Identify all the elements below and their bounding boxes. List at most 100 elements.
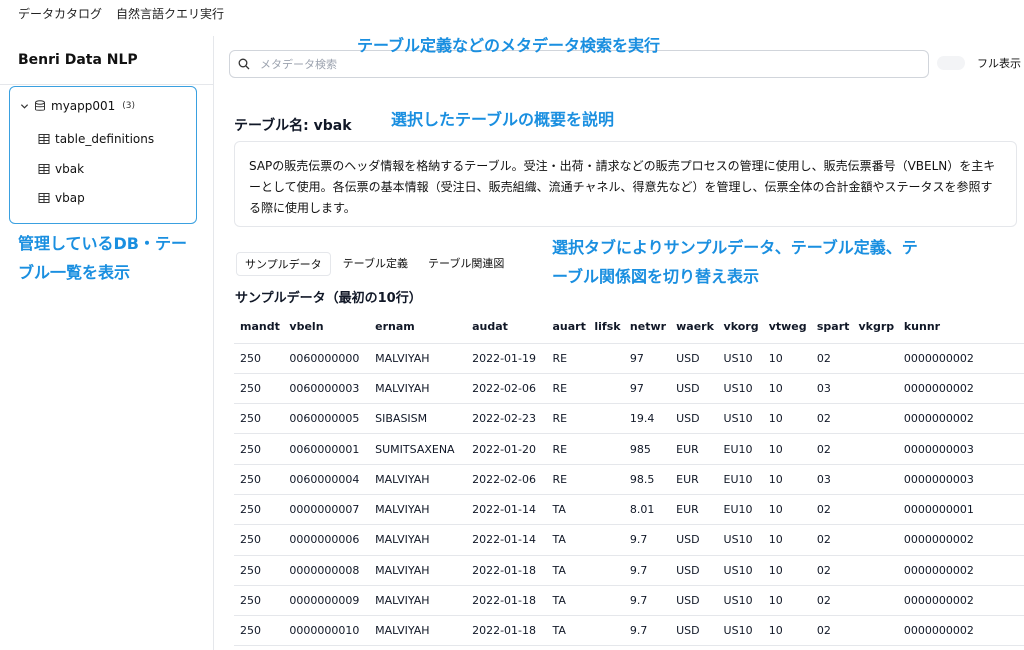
- search-input[interactable]: [258, 56, 898, 72]
- table-cell-vbeln: 0000000010: [283, 615, 370, 647]
- tree-table-table-definitions[interactable]: table_definitions: [38, 132, 154, 146]
- sample-data-title: サンプルデータ（最初の10行）: [235, 291, 422, 306]
- table-cell-netwr: 97: [623, 343, 671, 374]
- table-cell-vkgrp: [852, 494, 898, 526]
- table-cell-lifsk: [588, 524, 624, 556]
- tree-db-myapp001[interactable]: myapp001 (3): [20, 99, 135, 113]
- tree-table-vbak[interactable]: vbak: [38, 162, 84, 176]
- table-cell-lifsk: [588, 494, 624, 526]
- table-row: 250 0060000004 MALVIYAH 2022-02-06 RE 98.5 EUR…: [234, 464, 1024, 495]
- table-cell-netwr: 97: [623, 373, 671, 405]
- table-cell-auart: RE: [546, 433, 589, 465]
- table-cell-vtweg: 10: [762, 403, 811, 435]
- table-cell-auart: RE: [546, 343, 589, 374]
- chevron-down-icon[interactable]: [20, 102, 29, 111]
- table-cell-waerk: USD: [670, 615, 718, 647]
- table-cell-kunnr: 0000000002: [897, 585, 1024, 617]
- table-icon: [38, 133, 50, 145]
- table-cell-auart: RE: [546, 373, 589, 405]
- table-cell-ernam: MALVIYAH: [369, 464, 467, 495]
- table-cell-lifsk: [588, 615, 624, 647]
- full-view-toggle[interactable]: [937, 56, 965, 70]
- table-cell-kunnr: 0000000003: [897, 464, 1024, 495]
- table-cell-vkorg: EU10: [717, 433, 763, 465]
- table-cell-kunnr: 0000000002: [897, 373, 1024, 405]
- table-cell-auart: TA: [546, 585, 589, 617]
- table-cell-vkgrp: [852, 524, 898, 556]
- table-cell-mandt: 250: [234, 494, 284, 526]
- column-header-netwr: netwr: [623, 311, 671, 344]
- table-cell-vkorg: US10: [717, 403, 763, 435]
- table-cell-mandt: 250: [234, 464, 284, 495]
- full-view-label: フル表示: [977, 57, 1021, 70]
- annotation-overview: 選択したテーブルの概要を説明: [391, 110, 615, 129]
- table-cell-vkorg: US10: [717, 585, 763, 617]
- table-cell-vbeln: 0060000000: [283, 343, 370, 374]
- table-cell-auart: RE: [546, 403, 589, 435]
- db-name: myapp001: [51, 99, 116, 113]
- table-cell-audat: 2022-01-18: [466, 585, 547, 617]
- table-cell-spart: 03: [810, 373, 853, 405]
- table-row: 250 0060000000 MALVIYAH 2022-01-19 RE 97 USD US…: [234, 343, 1024, 374]
- table-cell-kunnr: 0000000002: [897, 615, 1024, 647]
- table-cell-waerk: USD: [670, 373, 718, 405]
- table-cell-netwr: 9.7: [623, 524, 671, 556]
- column-header-vkgrp: vkgrp: [852, 311, 898, 344]
- column-header-mandt: mandt: [234, 311, 284, 344]
- tab-sample-data[interactable]: サンプルデータ: [236, 252, 331, 276]
- table-cell-vkorg: US10: [717, 343, 763, 374]
- table-cell-vkgrp: [852, 615, 898, 647]
- table-cell-netwr: 985: [623, 433, 671, 465]
- table-cell-vtweg: 10: [762, 343, 811, 374]
- tree-table-vbap[interactable]: vbap: [38, 191, 85, 205]
- table-cell-netwr: 98.5: [623, 464, 671, 495]
- table-cell-vtweg: 10: [762, 373, 811, 405]
- tab-table-relations[interactable]: テーブル関連図: [420, 252, 512, 276]
- table-cell-auart: RE: [546, 464, 589, 495]
- table-cell-spart: 02: [810, 524, 853, 556]
- sidebar-divider: [0, 84, 214, 85]
- db-table-count: (3): [122, 101, 136, 111]
- table-label: vbak: [55, 162, 85, 176]
- table-cell-ernam: SUMITSAXENA: [369, 433, 467, 465]
- table-cell-lifsk: [588, 433, 624, 465]
- table-cell-vkgrp: [852, 585, 898, 617]
- table-cell-vtweg: 10: [762, 555, 811, 586]
- table-cell-lifsk: [588, 464, 624, 495]
- column-header-audat: audat: [466, 311, 547, 344]
- table-cell-kunnr: 0000000002: [897, 403, 1024, 435]
- table-cell-netwr: 9.7: [623, 555, 671, 586]
- table-cell-waerk: USD: [670, 343, 718, 374]
- table-cell-mandt: 250: [234, 585, 284, 617]
- table-row: 250 0000000010 MALVIYAH 2022-01-18 TA 9.7 USD U…: [234, 615, 1024, 647]
- table-cell-lifsk: [588, 555, 624, 586]
- table-cell-audat: 2022-01-20: [466, 433, 547, 465]
- table-cell-spart: 02: [810, 615, 853, 647]
- table-cell-spart: 02: [810, 585, 853, 617]
- table-cell-vtweg: 10: [762, 464, 811, 495]
- table-cell-vkorg: US10: [717, 373, 763, 405]
- nav-nl-query[interactable]: 自然言語クエリ実行: [116, 5, 224, 22]
- table-cell-audat: 2022-01-14: [466, 524, 547, 556]
- table-cell-spart: 02: [810, 343, 853, 374]
- table-cell-waerk: USD: [670, 403, 718, 435]
- table-cell-vtweg: 10: [762, 494, 811, 526]
- table-cell-mandt: 250: [234, 433, 284, 465]
- table-cell-lifsk: [588, 585, 624, 617]
- table-cell-spart: 02: [810, 403, 853, 435]
- table-row: 250 0060000003 MALVIYAH 2022-02-06 RE 97 USD US…: [234, 373, 1024, 405]
- table-cell-waerk: USD: [670, 555, 718, 586]
- table-cell-kunnr: 0000000002: [897, 343, 1024, 374]
- table-cell-waerk: USD: [670, 524, 718, 556]
- tab-table-definition[interactable]: テーブル定義: [335, 252, 416, 276]
- table-cell-auart: TA: [546, 524, 589, 556]
- column-header-kunnr: kunnr: [897, 311, 1024, 344]
- table-cell-auart: TA: [546, 615, 589, 647]
- column-header-spart: spart: [810, 311, 853, 344]
- table-name-heading: テーブル名: vbak: [234, 118, 352, 134]
- table-cell-audat: 2022-01-18: [466, 615, 547, 647]
- table-cell-ernam: MALVIYAH: [369, 343, 467, 374]
- nav-data-catalog[interactable]: データカタログ: [18, 5, 102, 22]
- table-cell-waerk: EUR: [670, 464, 718, 495]
- table-row: 250 0000000009 MALVIYAH 2022-01-18 TA 9.7 USD U…: [234, 585, 1024, 617]
